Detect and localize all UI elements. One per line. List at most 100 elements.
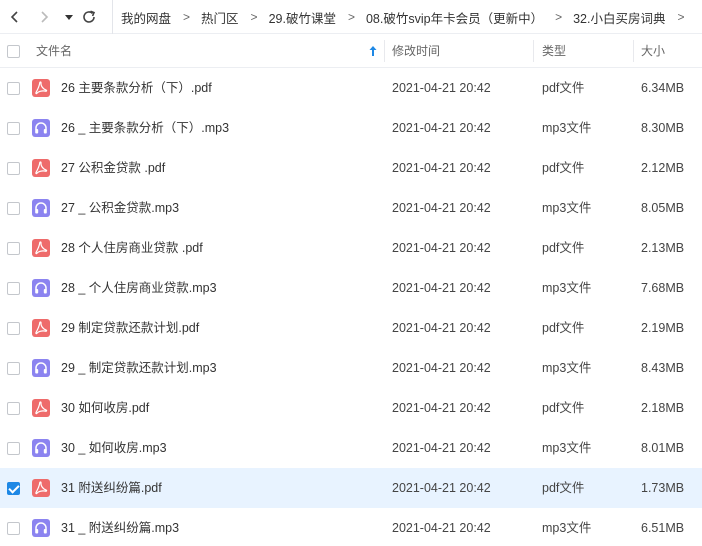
breadcrumb-item[interactable]: 热门区	[201, 8, 239, 27]
file-type: mp3文件	[542, 441, 592, 455]
breadcrumb-item[interactable]: 我的网盘	[121, 8, 171, 27]
audio-file-icon	[32, 199, 50, 217]
row-checkbox[interactable]	[7, 442, 20, 455]
file-type: mp3文件	[542, 521, 592, 535]
row-checkbox[interactable]	[7, 322, 20, 335]
audio-file-icon	[32, 439, 50, 457]
headphones-glyph	[35, 202, 47, 214]
file-size: 8.30MB	[641, 121, 685, 135]
modified-time: 2021-04-21 20:42	[392, 201, 491, 215]
breadcrumb-separator: >	[677, 10, 685, 24]
file-name[interactable]: 31 附送纠纷篇.pdf	[61, 468, 162, 508]
file-name[interactable]: 28 _ 个人住房商业贷款.mp3	[61, 268, 217, 308]
column-header-size[interactable]: 大小	[641, 34, 665, 68]
sort-ascending-icon[interactable]	[369, 45, 377, 57]
pdf-file-icon	[32, 479, 50, 497]
breadcrumb-separator: >	[555, 10, 563, 24]
pdf-file-icon	[32, 399, 50, 417]
caret-down-icon	[65, 15, 73, 20]
file-name[interactable]: 26 _ 主要条款分析（下）.mp3	[61, 108, 229, 148]
row-checkbox[interactable]	[7, 282, 20, 295]
file-size: 6.34MB	[641, 81, 685, 95]
file-name[interactable]: 31 _ 附送纠纷篇.mp3	[61, 508, 179, 546]
audio-file-icon	[32, 119, 50, 137]
file-type: pdf文件	[542, 81, 585, 95]
row-checkbox[interactable]	[7, 162, 20, 175]
chevron-right-icon	[41, 11, 49, 23]
headphones-glyph	[35, 442, 47, 454]
headphones-glyph	[35, 522, 47, 534]
file-row[interactable]: 31 附送纠纷篇.pdf 2021-04-21 20:42 pdf文件 1.73MB	[0, 468, 702, 508]
file-row[interactable]: 31 _ 附送纠纷篇.mp3 2021-04-21 20:42 mp3文件 6.51M…	[0, 508, 702, 546]
file-row[interactable]: 30 _ 如何收房.mp3 2021-04-21 20:42 mp3文件 8.01MB	[0, 428, 702, 468]
headphones-glyph	[35, 362, 47, 374]
pdf-file-icon	[32, 239, 50, 257]
row-checkbox[interactable]	[7, 362, 20, 375]
pdf-file-icon	[32, 79, 50, 97]
breadcrumb-separator: >	[183, 10, 191, 24]
file-size: 1.73MB	[641, 481, 685, 495]
back-button[interactable]	[7, 9, 23, 25]
file-row[interactable]: 26 _ 主要条款分析（下）.mp3 2021-04-21 20:42 mp3文件 8…	[0, 108, 702, 148]
file-name[interactable]: 26 主要条款分析（下）.pdf	[61, 68, 212, 108]
file-row[interactable]: 29 制定贷款还款计划.pdf 2021-04-21 20:42 pdf文件 2.19…	[0, 308, 702, 348]
file-row[interactable]: 26 主要条款分析（下）.pdf 2021-04-21 20:42 pdf文件 6.3…	[0, 68, 702, 108]
file-type: mp3文件	[542, 201, 592, 215]
file-type: pdf文件	[542, 161, 585, 175]
row-checkbox[interactable]	[7, 522, 20, 535]
file-type: pdf文件	[542, 241, 585, 255]
file-size: 6.51MB	[641, 521, 685, 535]
file-row[interactable]: 28 _ 个人住房商业贷款.mp3 2021-04-21 20:42 mp3文件 7.…	[0, 268, 702, 308]
file-row[interactable]: 29 _ 制定贷款还款计划.mp3 2021-04-21 20:42 mp3文件 8.…	[0, 348, 702, 388]
row-checkbox[interactable]	[7, 122, 20, 135]
file-type: mp3文件	[542, 281, 592, 295]
file-list-header: 文件名 修改时间 类型 大小	[0, 34, 702, 68]
pdf-glyph	[35, 321, 48, 335]
audio-file-icon	[32, 519, 50, 537]
row-checkbox[interactable]	[7, 82, 20, 95]
column-header-name[interactable]: 文件名	[36, 34, 72, 68]
file-row[interactable]: 27 _ 公积金贷款.mp3 2021-04-21 20:42 mp3文件 8.05M…	[0, 188, 702, 228]
file-name[interactable]: 27 公积金贷款 .pdf	[61, 148, 165, 188]
pdf-glyph	[35, 401, 48, 415]
file-name[interactable]: 28 个人住房商业贷款 .pdf	[61, 228, 203, 268]
row-checkbox[interactable]	[7, 482, 20, 495]
breadcrumb: 我的网盘 > 热门区 >29.破竹课堂 >08.破竹svip年卡会员（更新中） >32.小…	[112, 0, 696, 34]
refresh-icon	[83, 10, 96, 23]
row-checkbox[interactable]	[7, 202, 20, 215]
modified-time: 2021-04-21 20:42	[392, 121, 491, 135]
headphones-glyph	[35, 282, 47, 294]
breadcrumb-item[interactable]: 32.小白买房词典	[573, 8, 665, 27]
row-checkbox[interactable]	[7, 242, 20, 255]
modified-time: 2021-04-21 20:42	[392, 521, 491, 535]
file-name[interactable]: 29 制定贷款还款计划.pdf	[61, 308, 199, 348]
file-name[interactable]: 30 如何收房.pdf	[61, 388, 149, 428]
pdf-glyph	[35, 481, 48, 495]
file-type: mp3文件	[542, 121, 592, 135]
file-name[interactable]: 27 _ 公积金贷款.mp3	[61, 188, 179, 228]
pdf-file-icon	[32, 319, 50, 337]
file-name[interactable]: 29 _ 制定贷款还款计划.mp3	[61, 348, 217, 388]
forward-button[interactable]	[36, 9, 52, 25]
breadcrumb-separator: >	[347, 10, 355, 24]
column-header-type[interactable]: 类型	[542, 34, 566, 68]
file-row[interactable]: 27 公积金贷款 .pdf 2021-04-21 20:42 pdf文件 2.12MB	[0, 148, 702, 188]
column-header-modified[interactable]: 修改时间	[392, 34, 440, 68]
file-name[interactable]: 30 _ 如何收房.mp3	[61, 428, 167, 468]
breadcrumb-item[interactable]: 29.破竹课堂	[269, 8, 336, 27]
refresh-button[interactable]	[81, 9, 97, 25]
pdf-glyph	[35, 81, 48, 95]
navigation-bar: 我的网盘 > 热门区 >29.破竹课堂 >08.破竹svip年卡会员（更新中） >32.小…	[0, 0, 702, 34]
modified-time: 2021-04-21 20:42	[392, 161, 491, 175]
select-all-checkbox[interactable]	[7, 45, 20, 58]
breadcrumb-separator: >	[250, 10, 258, 24]
file-row[interactable]: 28 个人住房商业贷款 .pdf 2021-04-21 20:42 pdf文件 2.1…	[0, 228, 702, 268]
history-dropdown-button[interactable]	[61, 9, 77, 25]
file-row[interactable]: 30 如何收房.pdf 2021-04-21 20:42 pdf文件 2.18MB	[0, 388, 702, 428]
file-size: 8.05MB	[641, 201, 685, 215]
breadcrumb-item[interactable]: 08.破竹svip年卡会员（更新中）	[366, 8, 543, 27]
headphones-glyph	[35, 122, 47, 134]
file-size: 2.18MB	[641, 401, 685, 415]
row-checkbox[interactable]	[7, 402, 20, 415]
pdf-glyph	[35, 241, 48, 255]
